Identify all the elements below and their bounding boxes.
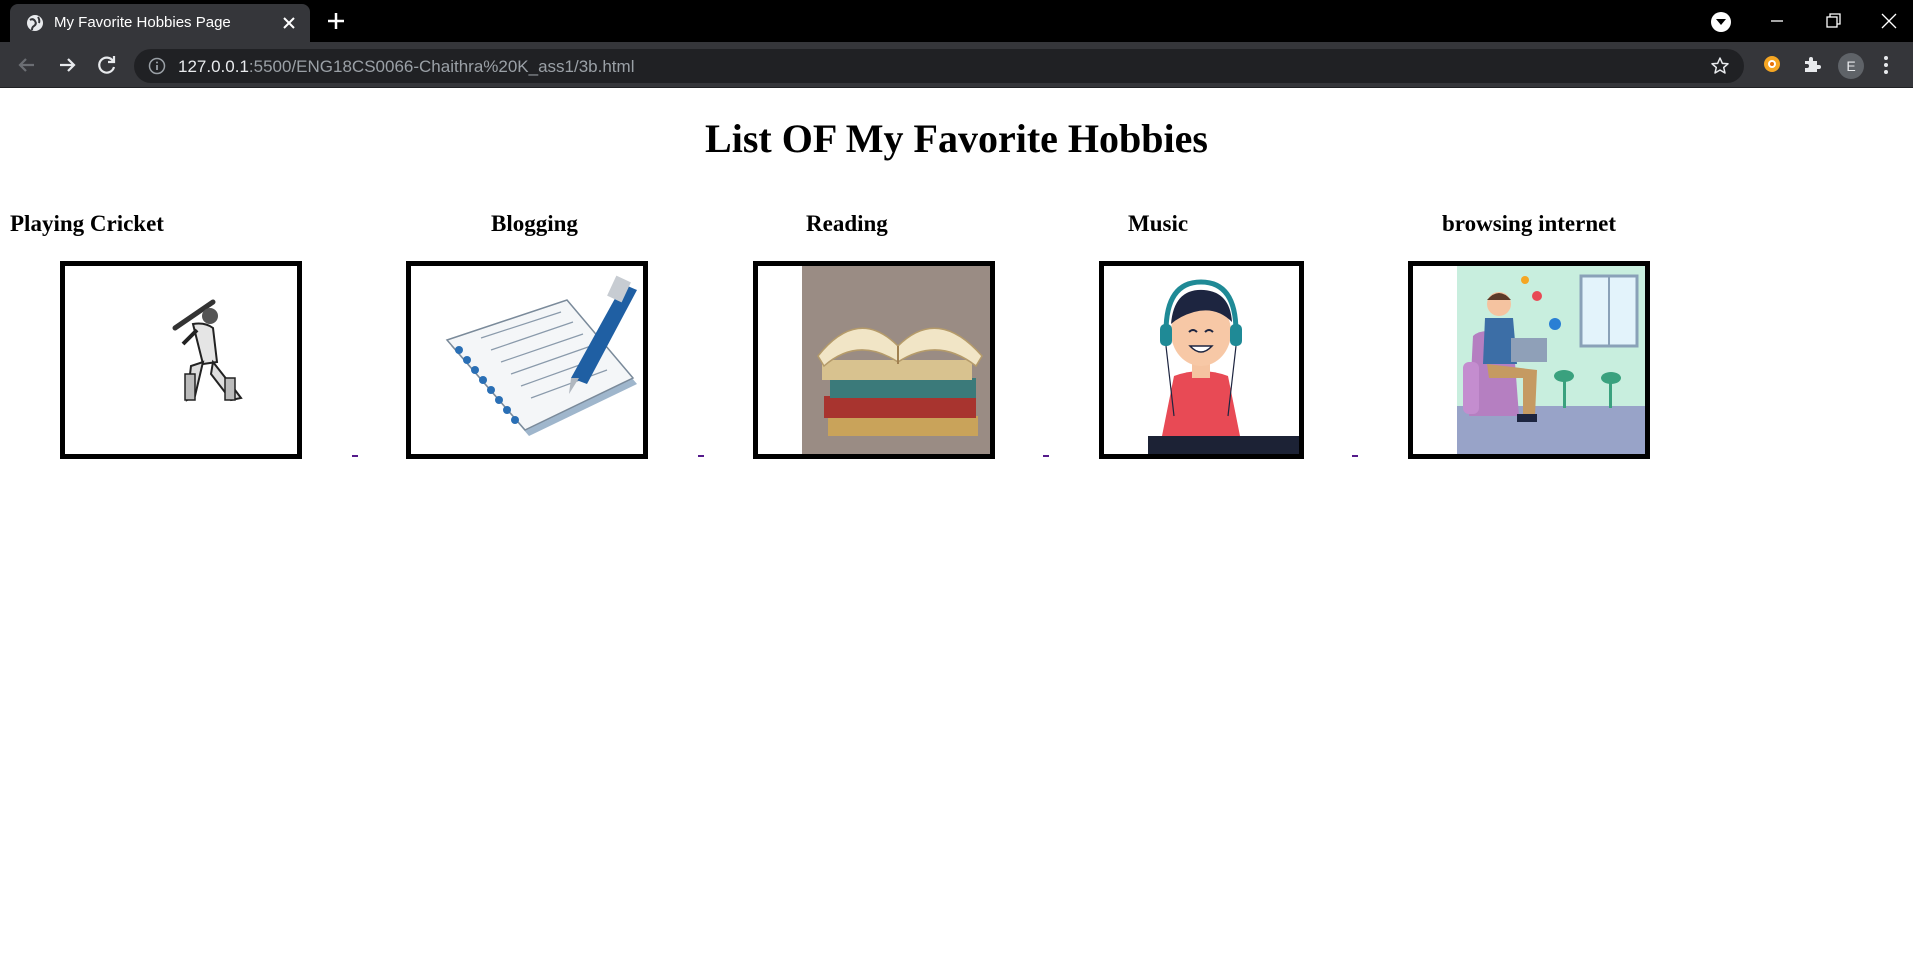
minimize-icon[interactable] [1762,6,1792,36]
hobby-image-link[interactable] [60,261,302,459]
man-with-laptop-image [1413,266,1645,454]
tab-strip: My Favorite Hobbies Page [0,0,1913,42]
stack-of-books-image [758,266,990,454]
hobby-label: browsing internet [1442,211,1616,236]
address-bar[interactable]: 127.0.0.1:5500/ENG18CS0066-Chaithra%20K_… [134,49,1744,83]
star-icon[interactable] [1710,56,1730,76]
restore-icon[interactable] [1818,6,1848,36]
link-underline-dash[interactable] [1043,455,1049,457]
url-host: 127.0.0.1 [178,57,249,76]
globe-icon [27,15,43,31]
hobby-image-link[interactable] [1408,261,1650,459]
tab-title: My Favorite Hobbies Page [54,14,231,31]
puzzle-icon[interactable] [1800,52,1824,76]
browser-toolbar: 127.0.0.1:5500/ENG18CS0066-Chaithra%20K_… [0,42,1913,88]
url-path: :5500/ENG18CS0066-Chaithra%20K_ass1/3b.h… [248,57,635,76]
back-arrow-icon[interactable] [14,52,40,78]
notebook-pen-image [411,266,643,454]
plus-icon[interactable] [325,10,347,32]
hobby-label: Playing Cricket [10,211,164,236]
link-underline-dash[interactable] [1352,455,1358,457]
page-title: List OF My Favorite Hobbies [705,116,1208,161]
page-viewport: List OF My Favorite Hobbies Playing Cric… [0,89,1913,970]
hobby-label: Music [1128,211,1189,236]
reload-icon[interactable] [94,52,120,78]
profile-avatar[interactable]: E [1838,53,1864,79]
url-text[interactable]: 127.0.0.1:5500/ENG18CS0066-Chaithra%20K_… [178,57,634,77]
extension-orange-icon[interactable] [1760,52,1784,76]
link-underline-dash[interactable] [698,455,704,457]
forward-arrow-icon[interactable] [54,52,80,78]
info-icon[interactable] [148,57,166,75]
close-window-icon[interactable] [1874,6,1904,36]
hobby-image-link[interactable] [406,261,648,459]
hobby-image-link[interactable] [753,261,995,459]
chevron-down-icon[interactable] [1710,11,1732,33]
link-underline-dash[interactable] [352,455,358,457]
hobby-image-link[interactable] [1099,261,1304,459]
close-icon[interactable] [280,14,298,32]
hobby-label: Reading [806,211,888,236]
cricket-batsman-image [65,266,297,454]
boy-with-headphones-image [1104,266,1299,454]
browser-tab[interactable]: My Favorite Hobbies Page [10,4,310,42]
hobby-label: Blogging [491,211,578,236]
kebab-menu-icon[interactable] [1882,54,1890,76]
